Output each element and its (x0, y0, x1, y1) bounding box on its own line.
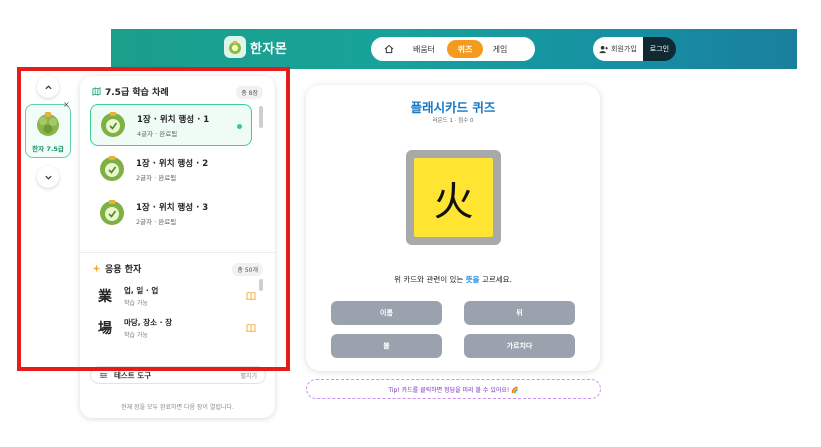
answer-option-2[interactable]: 뒤 (464, 301, 575, 325)
lesson-item-2[interactable]: 1장 · 위치 행성 · 2 2글자 · 완료됨 (90, 148, 252, 190)
lesson-item-3[interactable]: 1장 · 위치 행성 · 3 2글자 · 완료됨 (90, 192, 252, 234)
answer-option-3[interactable]: 불 (331, 334, 442, 358)
map-icon (92, 87, 101, 96)
grade-mascot-icon (37, 112, 59, 136)
main-nav: 배움터 퀴즈 게임 (371, 37, 535, 61)
hanja-item-1[interactable]: 業 업, 일 · 업 학습 가능 (98, 280, 258, 312)
tools-icon (99, 372, 108, 378)
nav-quiz[interactable]: 퀴즈 (447, 40, 483, 58)
logo-mascot-icon (224, 36, 246, 58)
nav-game[interactable]: 게임 (483, 40, 517, 58)
hanja-item-2[interactable]: 場 마당, 장소 · 장 학습 가능 (98, 312, 258, 344)
lesson-text: 1장 · 위치 행성 · 2 2글자 · 완료됨 (136, 157, 208, 182)
section-divider (80, 252, 275, 253)
hanja-char: 業 (98, 289, 112, 305)
quiz-question: 위 카드와 관련이 있는 뜻을 고르세요. (306, 274, 600, 285)
nav-learn[interactable]: 배움터 (401, 40, 447, 58)
logo[interactable]: 한자몬 (224, 36, 287, 58)
lesson-text: 1장 · 위치 행성 · 1 4글자 · 완료됨 (137, 113, 209, 138)
lessons-count-badge: 총 8장 (236, 86, 263, 99)
answer-option-4[interactable]: 가르치다 (464, 334, 575, 358)
test-tools-label: 테스트 도구 (114, 370, 152, 380)
book-icon (246, 292, 256, 301)
lesson-text: 1장 · 위치 행성 · 3 2글자 · 완료됨 (136, 201, 208, 226)
question-suffix: 고르세요. (479, 275, 512, 284)
lesson-subtitle: 4글자 · 완료됨 (137, 129, 178, 138)
hanja-text: 마당, 장소 · 장 학습 가능 (124, 317, 172, 339)
rail-down-button[interactable] (37, 166, 59, 188)
hanja-item-title: 마당, 장소 · 장 (124, 318, 173, 327)
lesson-panel: 7.5급 학습 차례 총 8장 1장 · 위치 행성 · 1 4글자 · 완료됨… (80, 76, 275, 418)
answer-option-1[interactable]: 이름 (331, 301, 442, 325)
grade-card[interactable]: 한자 7.5급 (25, 104, 71, 158)
signup-label: 회원가입 (611, 45, 637, 53)
lesson-title: 1장 · 위치 행성 · 1 (137, 114, 210, 125)
hanja-count-badge: 총 50개 (232, 263, 263, 276)
lesson-mascot-icon (97, 198, 127, 228)
lesson-title: 1장 · 위치 행성 · 3 (136, 202, 209, 213)
footer-note: 현재 장을 모두 완료하면 다음 장이 열립니다. (121, 404, 234, 411)
quiz-meta: 라운드 1 · 점수 0 (432, 118, 474, 124)
hanja-text: 업, 일 · 업 학습 가능 (124, 285, 158, 307)
quiz-card: 플래시카드 퀴즈 라운드 1 · 점수 0 火 위 카드와 관련이 있는 뜻을 … (306, 85, 600, 371)
question-prefix: 위 카드와 관련이 있는 (394, 275, 466, 284)
hanja-item-subtitle: 학습 가능 (124, 300, 148, 307)
sparkle-icon (92, 264, 101, 273)
tip-banner: Tip! 카드를 클릭하면 정답을 미리 볼 수 있어요! 🌈 (306, 379, 601, 399)
book-icon (246, 324, 256, 333)
flashcard-character: 火 (414, 158, 493, 237)
test-tools-bar[interactable]: 테스트 도구 펼치기 (90, 366, 266, 384)
top-header: 한자몬 배움터 퀴즈 게임 회원가입 로그인 (111, 29, 797, 69)
logo-text: 한자몬 (250, 41, 288, 57)
user-plus-icon (599, 45, 608, 53)
chevron-down-icon (44, 175, 52, 180)
lessons-title: 7.5급 학습 차례 (105, 88, 169, 98)
hanja-header: 응용 한자 (92, 262, 141, 275)
hanja-char: 場 (98, 321, 112, 337)
grade-card-label: 한자 7.5급 (32, 145, 64, 153)
question-highlight: 뜻을 (465, 275, 480, 284)
lessons-scrollbar[interactable] (259, 106, 263, 128)
expand-link[interactable]: 펼치기 (240, 371, 257, 380)
lesson-subtitle: 2글자 · 완료됨 (136, 217, 177, 226)
close-icon[interactable]: × (63, 101, 71, 109)
hanja-item-subtitle: 학습 가능 (124, 332, 148, 339)
flashcard[interactable]: 火 (406, 150, 501, 245)
app-page: 한자몬 배움터 퀴즈 게임 회원가입 로그인 한자 7.5급 × 7.5급 학습… (0, 0, 821, 447)
auth-buttons: 회원가입 로그인 (593, 37, 677, 61)
login-button[interactable]: 로그인 (642, 37, 677, 61)
nav-home[interactable] (377, 40, 401, 58)
hanja-scrollbar[interactable] (259, 279, 263, 291)
home-icon (384, 44, 394, 54)
hanja-item-title: 업, 일 · 업 (124, 286, 159, 295)
lessons-header: 7.5급 학습 차례 (92, 85, 169, 98)
lesson-mascot-icon (97, 154, 127, 184)
quiz-title: 플래시카드 퀴즈 (410, 100, 496, 115)
hanja-title: 응용 한자 (105, 265, 142, 275)
lesson-title: 1장 · 위치 행성 · 2 (136, 158, 209, 169)
lesson-mascot-icon (98, 110, 128, 140)
lesson-item-1[interactable]: 1장 · 위치 행성 · 1 4글자 · 완료됨 (90, 104, 252, 146)
lesson-subtitle: 2글자 · 완료됨 (136, 173, 177, 182)
current-dot-icon (237, 124, 242, 129)
chevron-up-icon (44, 84, 52, 89)
rail-up-button[interactable] (37, 76, 59, 98)
signup-button[interactable]: 회원가입 (593, 37, 643, 61)
